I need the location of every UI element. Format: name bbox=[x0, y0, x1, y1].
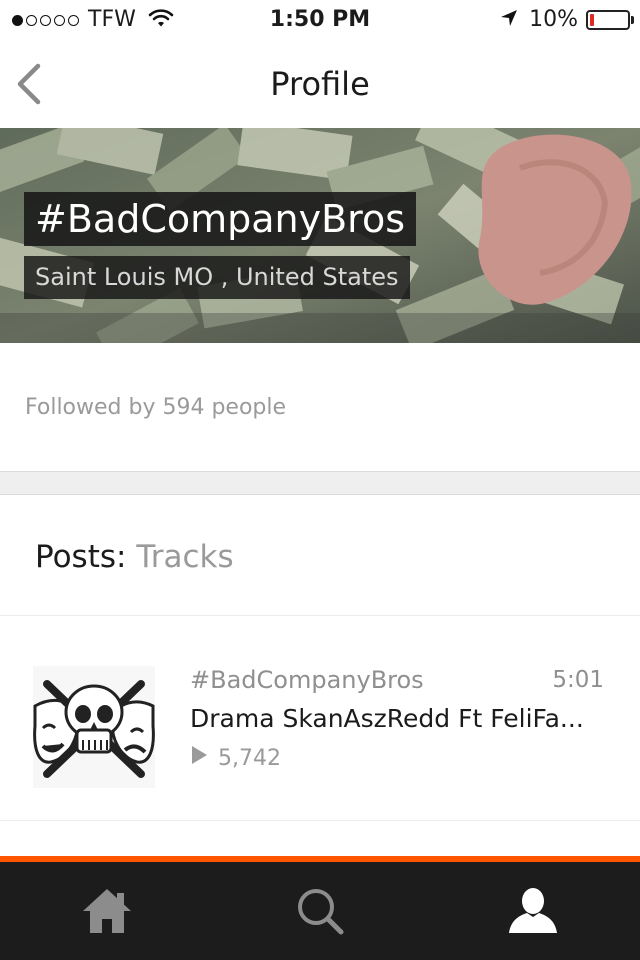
skull-masks-artwork-icon bbox=[33, 666, 155, 788]
track-username[interactable]: #BadCompanyBros bbox=[190, 664, 424, 696]
track-plays: 5,742 bbox=[190, 744, 281, 774]
track-title[interactable]: Drama SkanAszRedd Ft FeliFa... bbox=[190, 702, 600, 736]
battery-percent: 10% bbox=[529, 7, 578, 32]
home-icon bbox=[82, 889, 131, 933]
tab-profile[interactable] bbox=[426, 862, 640, 960]
track-row[interactable]: #BadCompanyBros 5:01 Drama SkanAszRedd F… bbox=[0, 616, 640, 821]
profile-location: Saint Louis MO , United States bbox=[24, 256, 410, 299]
profile-banner: #BadCompanyBros Saint Louis MO , United … bbox=[0, 128, 640, 343]
tab-bar bbox=[0, 856, 640, 960]
track-duration: 5:01 bbox=[552, 667, 604, 693]
page-title: Profile bbox=[270, 65, 370, 103]
posts-header: Posts: Tracks bbox=[0, 495, 640, 616]
search-icon bbox=[297, 889, 343, 935]
followers-section: Followed by 594 people bbox=[0, 343, 640, 472]
followers-count[interactable]: Followed by 594 people bbox=[25, 393, 286, 423]
battery-area: 10% bbox=[499, 7, 634, 33]
nav-bar: Profile bbox=[0, 40, 640, 128]
status-bar: TFW 1:50 PM 10% bbox=[0, 0, 640, 40]
posts-title: Posts: bbox=[35, 539, 127, 575]
play-icon bbox=[190, 744, 208, 774]
posts-label: Posts: Tracks bbox=[35, 537, 234, 577]
play-count: 5,742 bbox=[218, 746, 281, 771]
battery-icon bbox=[586, 10, 634, 30]
tab-search[interactable] bbox=[213, 862, 426, 960]
user-icon bbox=[509, 888, 557, 933]
tab-home[interactable] bbox=[0, 862, 213, 960]
section-divider bbox=[0, 472, 640, 495]
track-artwork bbox=[33, 666, 155, 788]
posts-filter-tracks[interactable]: Tracks bbox=[136, 539, 233, 575]
location-arrow-icon bbox=[499, 8, 519, 32]
profile-name: #BadCompanyBros bbox=[24, 192, 416, 246]
